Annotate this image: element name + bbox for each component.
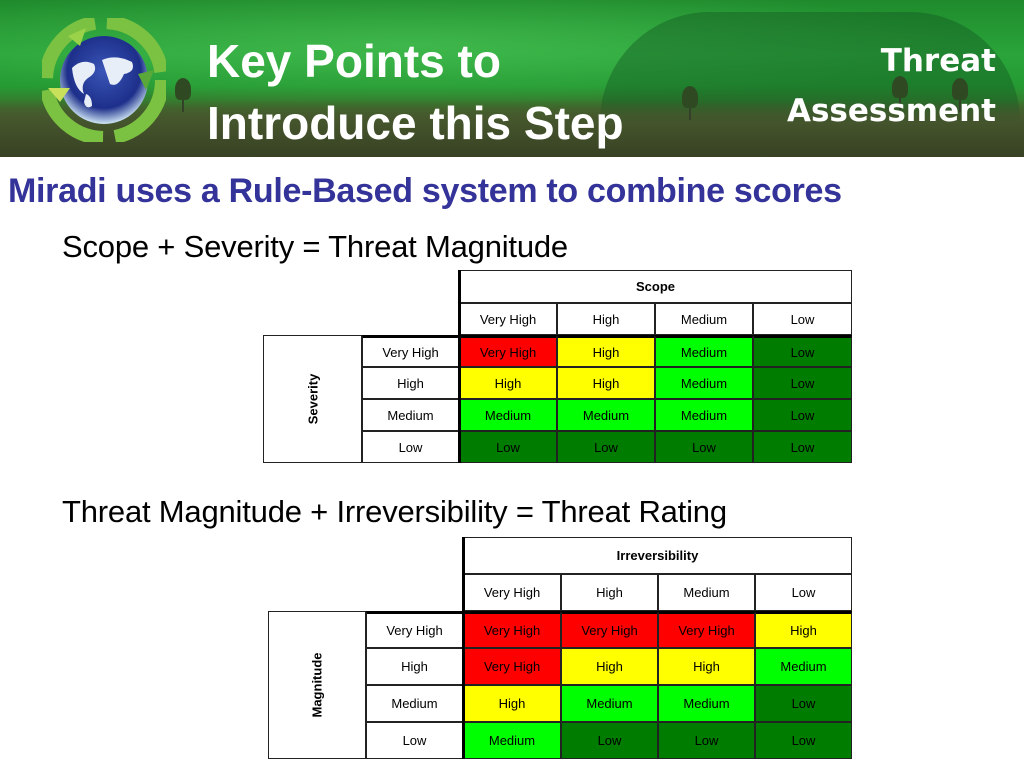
section-tag-line2: Assessment: [786, 93, 996, 129]
rating-cell: Low: [655, 431, 753, 463]
column-axis-header: Irreversibility: [463, 537, 852, 574]
row-header: High: [366, 648, 463, 685]
rating-cell: High: [557, 335, 655, 367]
row-header: High: [362, 367, 459, 399]
rating-cell: Low: [561, 722, 658, 759]
rating-cell: Medium: [755, 648, 852, 685]
rating-cell: Medium: [655, 335, 753, 367]
matrix-divider: [458, 270, 461, 463]
rating-cell: Low: [753, 431, 852, 463]
column-axis-header: Scope: [459, 270, 852, 303]
rating-cell: Medium: [655, 399, 753, 431]
row-header: Very High: [366, 611, 463, 648]
rating-cell: Low: [459, 431, 557, 463]
rating-cell: Medium: [658, 685, 755, 722]
row-header: Medium: [366, 685, 463, 722]
rating-cell: Medium: [561, 685, 658, 722]
rating-cell: High: [755, 611, 852, 648]
column-header: High: [557, 303, 655, 335]
column-header: Medium: [655, 303, 753, 335]
rating-cell: Medium: [463, 722, 561, 759]
rating-cell: Low: [557, 431, 655, 463]
rating-cell: Low: [753, 367, 852, 399]
row-axis-header: Severity: [263, 335, 362, 463]
rating-cell: Low: [753, 335, 852, 367]
row-axis-header: Magnitude: [268, 611, 366, 759]
rating-cell: Low: [753, 399, 852, 431]
equation-threat-rating: Threat Magnitude + Irreversibility = Thr…: [62, 494, 727, 529]
rating-cell: Low: [658, 722, 755, 759]
rating-cell: Very High: [658, 611, 755, 648]
rating-cell: Very High: [463, 648, 561, 685]
rating-cell: Medium: [459, 399, 557, 431]
rating-cell: Very High: [561, 611, 658, 648]
rating-cell: High: [459, 367, 557, 399]
matrix-divider: [462, 537, 465, 759]
column-header: Low: [753, 303, 852, 335]
column-header: Very High: [463, 574, 561, 611]
slide-title: Key Points to Introduce this Step: [207, 30, 624, 154]
column-header: Low: [755, 574, 852, 611]
recycle-globe-icon: [42, 18, 166, 142]
rating-cell: Medium: [557, 399, 655, 431]
rating-cell: Low: [755, 685, 852, 722]
column-header: Very High: [459, 303, 557, 335]
row-header: Very High: [362, 335, 459, 367]
section-tag: Threat Assessment: [787, 36, 996, 136]
rating-cell: Low: [755, 722, 852, 759]
rating-cell: Very High: [459, 335, 557, 367]
equation-threat-magnitude: Scope + Severity = Threat Magnitude: [62, 229, 568, 264]
rating-cell: High: [658, 648, 755, 685]
section-tag-line1: Threat: [880, 43, 996, 79]
rating-cell: High: [561, 648, 658, 685]
header-banner: Key Points to Introduce this Step Threat…: [0, 0, 1024, 157]
slide-headline: Miradi uses a Rule-Based system to combi…: [8, 172, 842, 210]
rating-cell: Very High: [463, 611, 561, 648]
row-axis-label: Magnitude: [309, 652, 325, 718]
rating-cell: Medium: [655, 367, 753, 399]
slide-title-line1: Key Points to: [207, 35, 501, 87]
column-header: Medium: [658, 574, 755, 611]
rating-cell: High: [557, 367, 655, 399]
slide-title-line2: Introduce this Step: [207, 97, 624, 149]
row-header: Low: [362, 431, 459, 463]
rating-cell: High: [463, 685, 561, 722]
column-header: High: [561, 574, 658, 611]
row-axis-label: Severity: [305, 373, 320, 425]
row-header: Medium: [362, 399, 459, 431]
row-header: Low: [366, 722, 463, 759]
